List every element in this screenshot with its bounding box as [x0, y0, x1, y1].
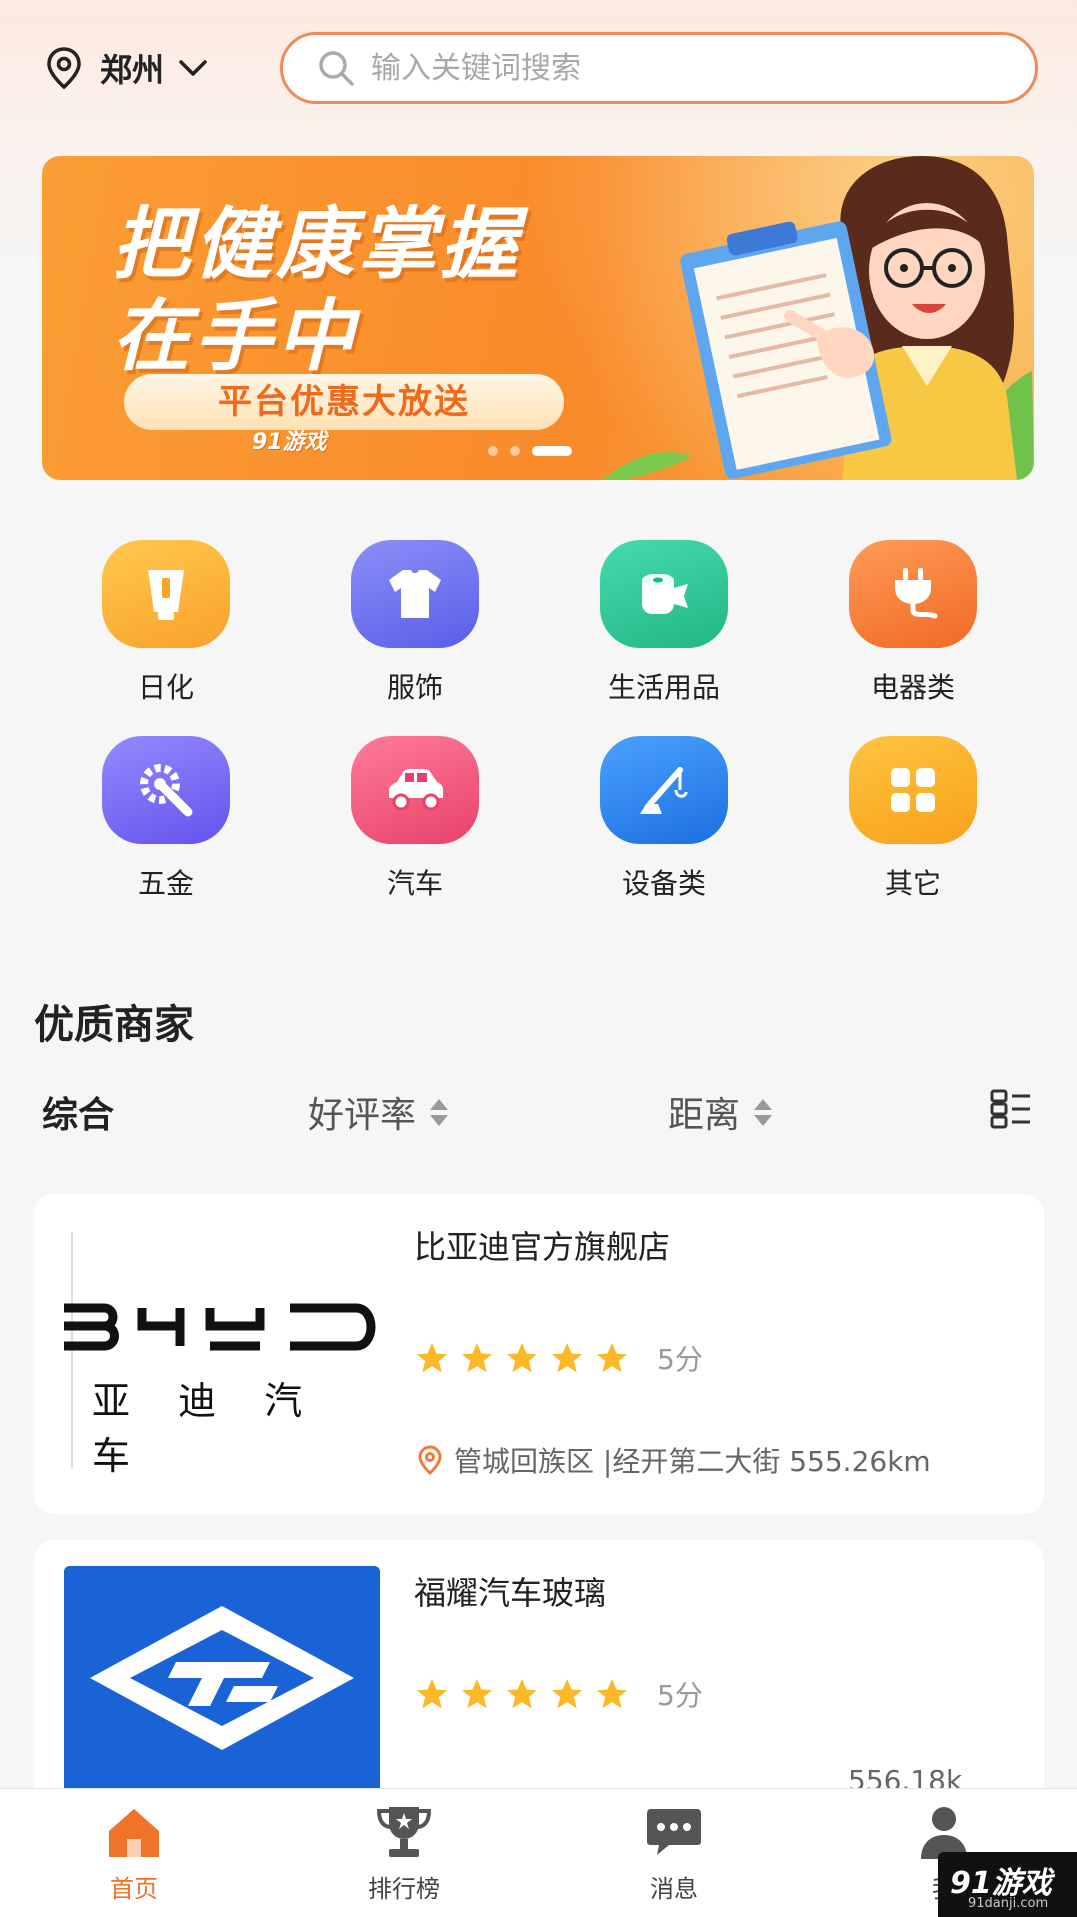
sort-arrows-icon: [430, 1098, 449, 1126]
pagination-dot[interactable]: [488, 446, 498, 456]
top-bar: 郑州: [0, 28, 1077, 108]
category-item[interactable]: 日化: [76, 540, 256, 706]
category-label: 设备类: [621, 867, 706, 900]
list-layout-icon[interactable]: [988, 1086, 1034, 1132]
tab-ranking[interactable]: 排行榜: [334, 1803, 474, 1904]
category-icon-bg: [600, 736, 728, 844]
category-label: 电器类: [870, 671, 955, 704]
category-label: 生活用品: [607, 671, 720, 704]
banner-title-line2: 在手中: [112, 292, 359, 382]
tab-label: 首页: [110, 1875, 158, 1903]
tab-label: 排行榜: [368, 1875, 440, 1903]
category-icon-bg: [351, 736, 479, 844]
fuyao-logo-image: [64, 1566, 380, 1822]
star-icon: [597, 1343, 627, 1373]
star-icon: [507, 1343, 537, 1373]
category-label: 五金: [137, 867, 194, 900]
filter-overall[interactable]: 综合: [42, 1086, 114, 1138]
category-item[interactable]: 其它: [823, 736, 1003, 902]
location-pin-icon: [418, 1445, 442, 1475]
category-icon-bg: [102, 540, 230, 648]
tab-home[interactable]: 首页: [64, 1803, 204, 1904]
sort-filter-bar: 综合 好评率 距离: [0, 1080, 1077, 1140]
byd-logo-text: 亚 迪 汽 车: [92, 1379, 321, 1478]
rating-stars: 5分: [414, 1338, 703, 1378]
search-input[interactable]: [371, 50, 971, 86]
trophy-icon: [376, 1807, 432, 1857]
category-label: 服饰: [386, 671, 443, 704]
rating-score: 5分: [657, 1679, 703, 1712]
sort-arrows-icon: [754, 1098, 773, 1126]
star-icon: [552, 1343, 582, 1373]
filter-label: 距离: [668, 1095, 741, 1136]
category-item[interactable]: 五金: [76, 736, 256, 902]
category-item[interactable]: 汽车: [325, 736, 505, 902]
crane-icon: [640, 767, 688, 814]
corner-watermark: 91游戏 91danji.com: [938, 1852, 1077, 1917]
category-item[interactable]: 服饰: [325, 540, 505, 706]
home-icon: [109, 1809, 159, 1857]
category-item[interactable]: 电器类: [823, 540, 1003, 706]
rating-score: 5分: [657, 1343, 703, 1376]
pagination-dot[interactable]: [510, 446, 520, 456]
star-icon: [462, 1679, 492, 1709]
star-icon: [597, 1679, 627, 1709]
tissue-roll-icon: [642, 574, 688, 614]
shirt-icon: [389, 570, 441, 618]
shop-card[interactable]: 亚 迪 汽 车 比亚迪官方旗舰店 5分 管城回族区 |经开第二大街 555.26…: [34, 1194, 1044, 1514]
banner-pagination: [488, 446, 584, 456]
chevron-down-icon: [179, 60, 207, 76]
promo-banner[interactable]: 把健康掌握 在手中 平台优惠大放送 91游戏: [42, 156, 1034, 480]
search-box[interactable]: [280, 32, 1038, 104]
filter-rating[interactable]: 好评率: [308, 1086, 449, 1138]
category-item[interactable]: 生活用品: [574, 540, 754, 706]
star-icon: [462, 1343, 492, 1373]
rating-stars: 5分: [414, 1674, 703, 1714]
star-icon: [507, 1679, 537, 1709]
category-icon-bg: [849, 736, 977, 844]
category-label: 汽车: [386, 867, 443, 900]
location-pin-icon: [47, 47, 81, 90]
city-name: 郑州: [100, 51, 165, 89]
shop-name: 福耀汽车玻璃: [414, 1574, 607, 1612]
tab-label: 消息: [650, 1875, 698, 1903]
section-title: 优质商家: [34, 1002, 194, 1048]
category-icon-bg: [600, 540, 728, 648]
shop-name: 比亚迪官方旗舰店: [414, 1228, 671, 1266]
pagination-dot-active[interactable]: [532, 446, 572, 456]
star-icon: [417, 1679, 447, 1709]
filter-label: 综合: [42, 1095, 115, 1136]
filter-distance[interactable]: 距离: [668, 1086, 773, 1138]
category-icon-bg: [351, 540, 479, 648]
star-icon: [552, 1679, 582, 1709]
banner-watermark: 91游戏: [252, 430, 327, 455]
tab-messages[interactable]: 消息: [604, 1803, 744, 1904]
category-label: 其它: [884, 867, 941, 900]
banner-promo-pill: 平台优惠大放送: [124, 374, 564, 430]
category-icon-bg: [102, 736, 230, 844]
bottom-tab-bar: 首页 排行榜 消息 我: [0, 1788, 1077, 1917]
category-label: 日化: [137, 671, 194, 704]
tube-icon: [148, 570, 184, 620]
wrench-gear-icon: [140, 764, 193, 817]
category-item[interactable]: 设备类: [574, 736, 754, 902]
watermark-subtitle: 91danji.com: [968, 1896, 1049, 1911]
grid-icon: [891, 768, 935, 812]
shop-logo-fuyao: [64, 1566, 380, 1822]
search-icon: [319, 51, 354, 86]
chat-bubble-icon: [647, 1809, 701, 1855]
plug-icon: [895, 568, 938, 619]
city-selector[interactable]: 郑州: [44, 46, 208, 90]
category-icon-bg: [849, 540, 977, 648]
doctor-illustration: [602, 156, 1034, 480]
shop-address: 管城回族区 |经开第二大街 555.26km: [416, 1440, 931, 1480]
car-icon: [389, 769, 443, 811]
star-icon: [417, 1343, 447, 1373]
filter-label: 好评率: [308, 1095, 417, 1136]
address-text: 管城回族区 |经开第二大街 555.26km: [454, 1445, 931, 1478]
shop-logo-byd: 亚 迪 汽 车: [64, 1222, 380, 1478]
